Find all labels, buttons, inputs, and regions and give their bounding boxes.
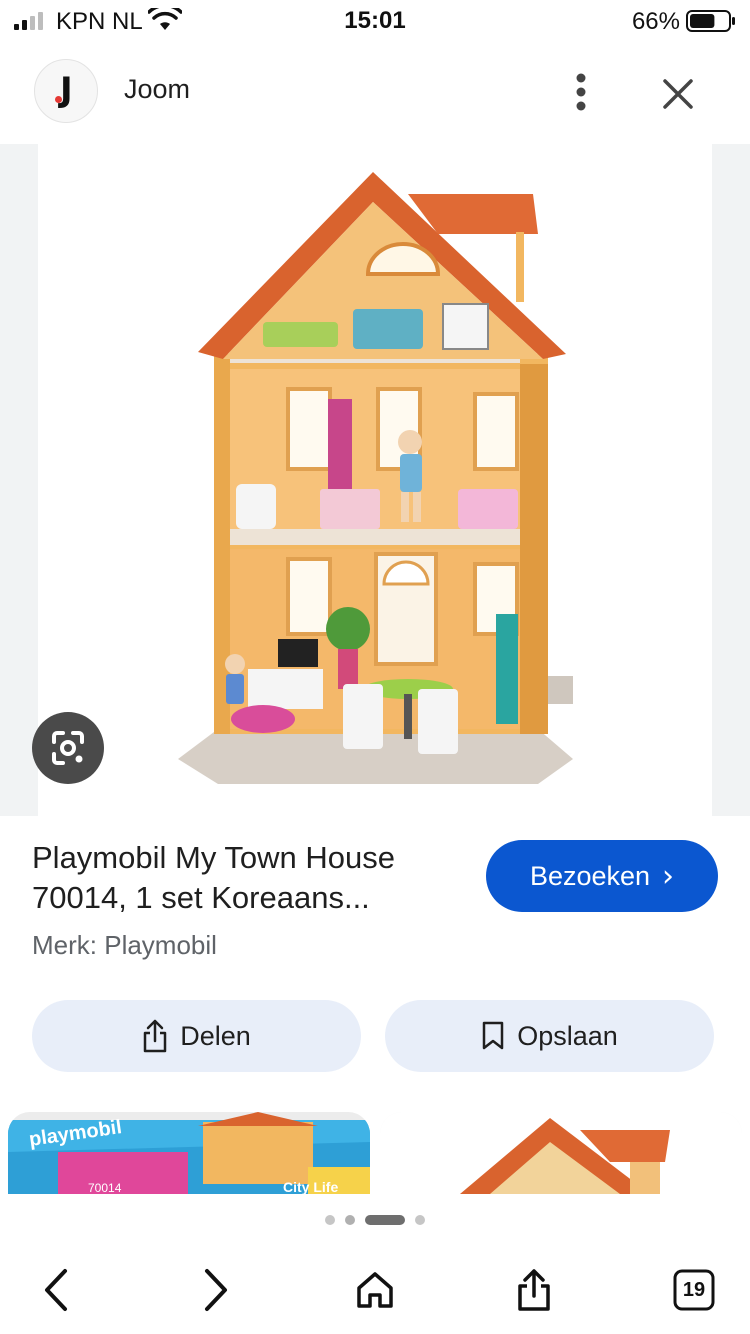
share-icon [143, 1019, 167, 1053]
bookmark-icon [482, 1021, 504, 1050]
more-vert-icon[interactable] [566, 70, 596, 114]
related-thumbnail[interactable] [380, 1112, 742, 1194]
share-icon [518, 1269, 550, 1311]
thumb-line-text: City Life [283, 1179, 338, 1194]
related-images: playmobil 70014 City Life [0, 1112, 750, 1194]
share-label: Delen [180, 1020, 251, 1051]
close-icon[interactable] [656, 72, 700, 116]
home-icon [357, 1272, 393, 1308]
forward-icon [205, 1269, 227, 1311]
chevron-right-icon: › [662, 858, 675, 894]
pager-dot [325, 1215, 335, 1225]
forward-button[interactable] [190, 1264, 242, 1316]
google-lens-button[interactable] [32, 712, 104, 784]
top-bar: J Joom [0, 56, 750, 128]
site-name[interactable]: Joom [124, 74, 190, 105]
playmobil-box-image: playmobil 70014 City Life [8, 1112, 370, 1194]
image-pager [0, 1206, 750, 1234]
save-button[interactable]: Opslaan [385, 1000, 714, 1072]
status-bar: KPN NL 15:01 66% [0, 0, 750, 44]
dollhouse-illustration [178, 172, 573, 784]
back-button[interactable] [30, 1264, 82, 1316]
product-title[interactable]: Playmobil My Town House 70014, 1 set Kor… [32, 838, 452, 918]
pager-dot-active [365, 1215, 405, 1225]
pager-dots [325, 1215, 425, 1225]
product-image[interactable] [38, 144, 712, 816]
visit-button[interactable]: Bezoeken › [486, 840, 718, 912]
back-icon [45, 1269, 67, 1311]
product-image-frame [0, 144, 750, 816]
visit-label: Bezoeken [529, 860, 651, 891]
battery-icon [686, 10, 735, 32]
pager-dot [345, 1215, 355, 1225]
thumb-code-text: 70014 [88, 1181, 122, 1194]
house-roof-image [380, 1112, 742, 1194]
tabs-count: 19 [682, 1278, 706, 1301]
related-thumbnail[interactable]: playmobil 70014 City Life [8, 1112, 370, 1194]
browser-toolbar: 19 [0, 1246, 750, 1334]
lens-icon [52, 731, 84, 765]
tabs-button[interactable]: 19 [668, 1264, 720, 1316]
pager-dot [415, 1215, 425, 1225]
share-button[interactable]: Delen [32, 1000, 361, 1072]
battery-percent: 66% [631, 8, 680, 35]
save-label: Opslaan [517, 1020, 618, 1051]
share-page-button[interactable] [508, 1264, 560, 1316]
brand-label: Merk: Playmobil [32, 930, 217, 960]
site-logo[interactable]: J [34, 59, 98, 123]
home-button[interactable] [349, 1264, 401, 1316]
